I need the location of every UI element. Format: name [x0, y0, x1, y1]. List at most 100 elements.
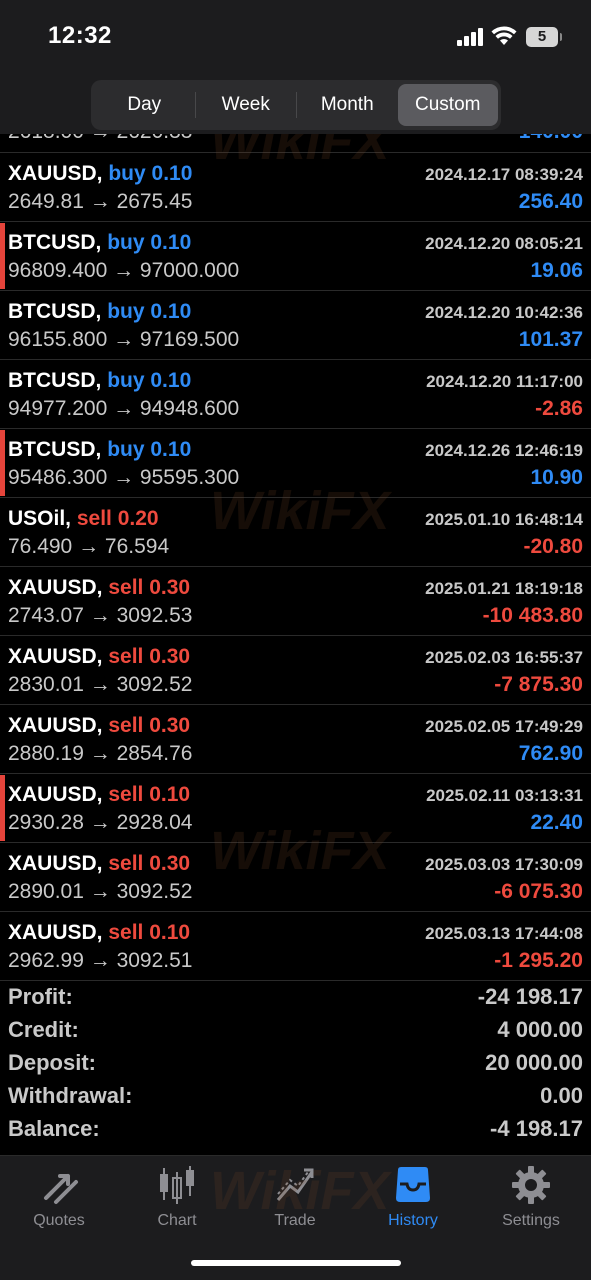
summary-credit: Credit: 4 000.00 — [0, 1013, 591, 1046]
symbol-name: XAUUSD, — [8, 645, 103, 668]
tab-quotes[interactable]: Quotes — [4, 1164, 114, 1230]
deal-prices: 2830.01 → 3092.52 — [8, 673, 193, 696]
deal-symbol: BTCUSD, buy 0.10 — [8, 369, 191, 393]
table-row[interactable]: BTCUSD, buy 0.10 2024.12.26 12:46:19 95486… — [0, 429, 591, 498]
deal-side: sell 0.30 — [108, 576, 190, 599]
deal-profit: -6 075.30 — [494, 880, 583, 903]
deal-symbol: BTCUSD, buy 0.10 — [8, 300, 191, 324]
table-row[interactable]: USOil, sell 0.20 2025.01.10 16:48:14 76.49… — [0, 498, 591, 567]
table-row[interactable]: XAUUSD, buy 0.10 2024.12.17 08:39:24 2649.… — [0, 153, 591, 222]
deal-symbol: XAUUSD, buy 0.10 — [8, 162, 192, 186]
deal-volume: 0.30 — [149, 714, 191, 737]
table-row[interactable]: XAUUSD, sell 0.10 2025.03.13 17:44:08 2962… — [0, 912, 591, 981]
table-row[interactable]: XAUUSD, sell 0.30 2025.02.03 16:55:37 2830… — [0, 636, 591, 705]
deal-prices: 96155.800 → 97169.500 — [8, 328, 240, 351]
table-row[interactable]: XAUUSD, sell 0.10 2025.02.11 03:13:31 2930… — [0, 774, 591, 843]
side-label: buy — [107, 438, 145, 461]
summary-deposit: Deposit: 20 000.00 — [0, 1046, 591, 1079]
symbol-name: BTCUSD, — [8, 300, 102, 323]
summary-value: -4 198.17 — [490, 1116, 583, 1141]
table-row[interactable]: XAUUSD, sell 0.30 2025.03.03 17:30:09 2890… — [0, 843, 591, 912]
deal-prices: 76.490 → 76.594 — [8, 535, 170, 558]
side-label: sell — [108, 783, 144, 806]
table-row[interactable]: XAUUSD, sell 0.30 2025.01.21 18:19:18 2743… — [0, 567, 591, 636]
deal-volume: 0.30 — [149, 852, 191, 875]
table-row[interactable]: XAUUSD, sell 0.30 2025.02.05 17:49:29 2880… — [0, 705, 591, 774]
table-row[interactable]: BTCUSD, buy 0.10 2024.12.20 11:17:00 94977… — [0, 360, 591, 429]
symbol-name: XAUUSD, — [8, 783, 103, 806]
symbol-name: XAUUSD, — [8, 921, 103, 944]
gear-icon — [512, 1166, 550, 1204]
summary-label: Deposit: — [8, 1050, 96, 1075]
battery-icon: 5 — [526, 27, 562, 47]
deal-volume: 0.10 — [149, 921, 191, 944]
deal-symbol: USOil, sell 0.20 — [8, 507, 159, 531]
deal-profit: -10 483.80 — [482, 604, 583, 627]
deal-datetime: 2025.01.10 16:48:14 — [425, 510, 583, 529]
deal-volume: 0.10 — [150, 438, 192, 461]
symbol-name: BTCUSD, — [8, 231, 102, 254]
deal-volume: 0.10 — [150, 300, 192, 323]
summary-value: 4 000.00 — [497, 1017, 583, 1042]
tab-label: History — [388, 1212, 438, 1229]
inbox-tray-icon — [396, 1167, 430, 1202]
deal-datetime: 2025.02.11 03:13:31 — [426, 786, 583, 805]
deal-prices: 2930.28 → 2928.04 — [8, 811, 193, 834]
deal-prices: 2890.01 → 3092.52 — [8, 880, 193, 903]
segment-day[interactable]: Day — [94, 84, 195, 126]
summary-value: -24 198.17 — [477, 984, 583, 1009]
segment-custom[interactable]: Custom — [397, 84, 498, 126]
deal-profit: 10.90 — [530, 466, 583, 489]
side-label: buy — [108, 162, 146, 185]
deal-prices: 94977.200 → 94948.600 — [8, 397, 240, 420]
deal-prices: 95486.300 → 95595.300 — [8, 466, 240, 489]
tab-trade[interactable]: Trade — [240, 1164, 350, 1230]
home-indicator[interactable] — [191, 1260, 401, 1266]
deal-side: buy 0.10 — [108, 162, 192, 185]
table-row[interactable]: BTCUSD, buy 0.10 2024.12.20 08:05:21 96809… — [0, 222, 591, 291]
deal-side: sell 0.20 — [77, 507, 159, 530]
app-root: 12:32 5 Day Week Month Custom WikiFX Wik… — [0, 0, 591, 1280]
side-label: sell — [76, 507, 112, 530]
deals-list[interactable]: 2618.00 → 2620.33 140.00 XAUUSD, buy 0.1… — [0, 118, 591, 981]
symbol-name: XAUUSD, — [8, 162, 103, 185]
deal-datetime: 2024.12.20 08:05:21 — [425, 234, 583, 253]
segment-week[interactable]: Week — [196, 84, 297, 126]
table-row[interactable]: BTCUSD, buy 0.10 2024.12.20 10:42:36 96155… — [0, 291, 591, 360]
deal-volume: 0.10 — [150, 231, 192, 254]
summary-label: Balance: — [8, 1116, 100, 1141]
quotes-arrows-icon — [44, 1174, 78, 1204]
summary-label: Withdrawal: — [8, 1083, 133, 1108]
deal-profit: 762.90 — [518, 742, 583, 765]
deal-datetime: 2025.01.21 18:19:18 — [425, 579, 583, 598]
tab-settings[interactable]: Settings — [476, 1164, 586, 1230]
account-summary: Profit: -24 198.17 Credit: 4 000.00 Depo… — [0, 980, 591, 1145]
deal-side: buy 0.10 — [107, 438, 191, 461]
summary-value: 0.00 — [540, 1083, 583, 1108]
deal-datetime: 2024.12.26 12:46:19 — [425, 441, 583, 460]
side-label: buy — [107, 300, 145, 323]
trend-line-icon — [276, 1168, 314, 1201]
side-label: sell — [108, 645, 144, 668]
deal-symbol: XAUUSD, sell 0.30 — [8, 852, 190, 876]
symbol-name: XAUUSD, — [8, 852, 103, 875]
segment-month[interactable]: Month — [297, 84, 398, 126]
tab-history[interactable]: History — [358, 1164, 468, 1230]
deal-volume: 0.30 — [149, 576, 191, 599]
symbol-name: BTCUSD, — [8, 369, 102, 392]
deal-prices: 2743.07 → 3092.53 — [8, 604, 193, 627]
tab-chart[interactable]: Chart — [122, 1164, 232, 1230]
cellular-signal-icon — [457, 28, 485, 46]
deal-prices: 96809.400 → 97000.000 — [8, 259, 240, 282]
deal-side: sell 0.10 — [108, 921, 190, 944]
deal-side: sell 0.30 — [108, 645, 190, 668]
summary-withdrawal: Withdrawal: 0.00 — [0, 1079, 591, 1112]
deal-symbol: XAUUSD, sell 0.10 — [8, 921, 190, 945]
deal-side: sell 0.30 — [108, 714, 190, 737]
deal-side: buy 0.10 — [107, 231, 191, 254]
deal-datetime: 2025.03.13 17:44:08 — [425, 924, 583, 943]
deal-datetime: 2025.02.05 17:49:29 — [425, 717, 583, 736]
side-label: sell — [108, 714, 144, 737]
side-label: buy — [107, 231, 145, 254]
deal-symbol: XAUUSD, sell 0.30 — [8, 576, 190, 600]
